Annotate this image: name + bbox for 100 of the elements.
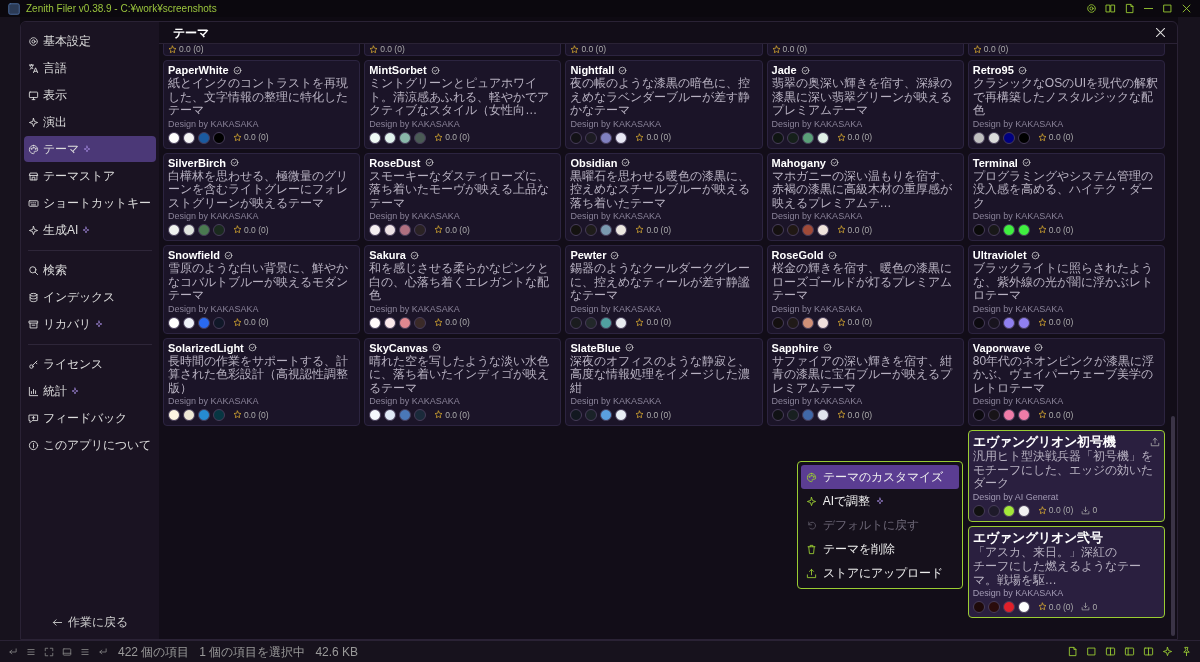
check-circle-icon	[1034, 343, 1044, 352]
menu-item[interactable]: テーマを削除	[800, 537, 959, 561]
theme-name: Sapphire	[771, 341, 819, 354]
theme-card[interactable]: エヴァングリオン弐号 「アスカ、来日。」深紅の チーフにした燃えるようなテーマ。戦場を駆… Design by KAKASAKA 0.0 (0) 0	[967, 525, 1165, 618]
download-icon	[1081, 505, 1091, 515]
pin-icon	[1181, 646, 1192, 657]
theme-card[interactable]: MintSorbet ミントグリーンとピュアホワイト。清涼感あふれる、軽やかでアクティブなスタイル（女性向… Design by KAKASAKA 0.0 (0)	[364, 60, 562, 149]
theme-description: スモーキーなダスティローズに、落ち着いたモーヴが映える上品なテーマ	[369, 169, 551, 210]
sidebar-item[interactable]: フィードバック	[24, 405, 156, 431]
check-circle-icon	[822, 343, 832, 352]
rating-text: 0.0 (0)	[244, 132, 269, 142]
author-text: Design by KAKASAKA	[570, 396, 662, 407]
theme-card[interactable]: Sakura 和を感じさせる柔らかなピンクと白の、心落ち着くエレガントな配色 Design by KAKASAKA 0.0 (0)	[364, 245, 562, 334]
star-icon	[233, 225, 242, 234]
sidebar-item[interactable]: 統計	[24, 378, 156, 404]
theme-card[interactable]: Pewter 錫器のようなクールダークグレーに、控えめなティールが差す静謐なテーマ Design by KAKASAKA 0.0 (0)	[565, 245, 763, 334]
sparkle-icon	[28, 224, 39, 236]
theme-card[interactable]: PaperWhite 紙とインクのコントラストを再現した、文字情報の整理に特化したテーマ Design by KAKASAKA 0.0 (0)	[163, 60, 361, 149]
theme-card[interactable]: SlateBlue 深夜のオフィスのような静寂と、高度な情報処理をイメージした濃紺 Design by KAKASAKA 0.0 (0)	[565, 337, 763, 426]
theme-card[interactable]: Snowfield 雪原のような白い背景に、鮮やかなコバルトブルーが映えるモダンテーマ Design by KAKASAKA 0.0 (0)	[163, 245, 361, 334]
rating-text: 0.0 (0)	[244, 224, 269, 235]
theme-card[interactable]: Vaporwave 80年代のネオンピンクが漆黒に浮かぶ、ヴェイパーウェーブ美学のレトロテーマ Design by KAKASAKA 0.0 (0)	[967, 337, 1165, 426]
download-count: 0	[1092, 505, 1098, 515]
theme-card[interactable]: Retro95 クラシックなOSのUIを現代の解釈で再構築したノスタルジックな配色 Design by KAKASAKA 0.0 (0)	[967, 60, 1165, 149]
star-icon	[972, 44, 982, 54]
close-button[interactable]	[1154, 26, 1167, 39]
theme-description: 白樺林を思わせる、極微量のグリーンを含むライトグレーにフォレストグリーンが映えるテーマ	[168, 169, 349, 210]
theme-description: 深夜のオフィスのような静寂と、高度な情報処理をイメージした濃紺	[570, 354, 752, 395]
author-text: Design by KAKASAKA	[168, 211, 260, 222]
star-icon	[836, 132, 846, 142]
theme-description: ブラックライトに照らされたような、紫外線の光が闇に浮かぶレトロテーマ	[972, 262, 1154, 303]
sidebar-item[interactable]: 演出	[24, 109, 156, 135]
theme-name: RoseGold	[771, 249, 824, 261]
bar-chart-icon	[28, 385, 39, 397]
sidebar-item[interactable]: 言語	[24, 55, 156, 81]
sparkle-icon	[1162, 646, 1173, 657]
theme-card[interactable]: 0.0 (0)	[565, 44, 763, 56]
rating-text: 0.0 (0)	[1048, 601, 1074, 612]
back-link[interactable]: 作業に戻る	[48, 611, 132, 633]
message-icon	[28, 412, 39, 424]
scrollbar-thumb[interactable]	[1171, 416, 1175, 636]
sidebar-item[interactable]: 表示	[24, 82, 156, 108]
rating-text: 0.0 (0)	[847, 132, 873, 142]
menu-item[interactable]: テーマのカスタマイズ	[800, 465, 959, 489]
theme-card[interactable]: Obsidian 黒曜石を思わせる暖色の漆黒に、控えめなスチールブルーが映える落ち着いたテーマ Design by KAKASAKA 0.0 (0)	[565, 152, 763, 241]
theme-card[interactable]: Sapphire サファイアの深い輝きを宿す、紺青の漆黒に宝石ブルーが映えるプレミアムテーマ Design by KAKASAKA 0.0 (0)	[766, 337, 964, 426]
sidebar-item[interactable]: インデックス	[24, 284, 156, 310]
sidebar-item[interactable]: 検索	[24, 257, 156, 283]
sidebar-item[interactable]: テーマストア	[24, 163, 156, 189]
author-text: Design by KAKASAKA	[771, 396, 864, 407]
theme-card[interactable]: 0.0 (0)	[163, 44, 361, 56]
theme-card[interactable]: Ultraviolet ブラックライトに照らされたような、紫外線の光が闇に浮かぶレトロテーマ Design by KAKASAKA 0.0 (0)	[967, 245, 1165, 334]
dialog-title: テーマ	[173, 24, 209, 42]
menu-item[interactable]: ストアにアップロード	[800, 561, 959, 585]
rating-text: 0.0 (0)	[380, 44, 405, 54]
square-icon	[1086, 646, 1097, 657]
rating-text: 0.0 (0)	[646, 224, 671, 235]
rating-text: 0.0 (0)	[646, 409, 671, 420]
theme-card[interactable]: SolarizedLight 長時間の作業をサポートする、計算された色彩設計（高視認性調整版） Design by KAKASAKA 0.0 (0)	[163, 337, 361, 426]
author-text: Design by KAKASAKA	[972, 118, 1065, 130]
check-circle-icon	[1021, 158, 1031, 167]
theme-description: マホガニーの深い温もりを宿す、赤褐の漆黒に高級木材の重厚感が映えるプレミアムテ…	[771, 169, 953, 210]
theme-card[interactable]: SkyCanvas 晴れた空を写したような淡い水色に、落ち着いたインディゴが映えるテーマ Design by KAKASAKA 0.0 (0)	[364, 337, 562, 426]
star-icon	[434, 225, 444, 234]
theme-card[interactable]: 0.0 (0)	[766, 44, 964, 56]
sidebar-item[interactable]: 基本設定	[24, 28, 156, 54]
theme-card[interactable]: SilverBirch 白樺林を思わせる、極微量のグリーンを含むライトグレーにフォレストグリーンが映えるテーマ Design by KAKASAKA 0.0 (0)	[163, 152, 361, 241]
theme-name: RoseDust	[369, 156, 421, 169]
theme-name: Obsidian	[570, 156, 618, 169]
sidebar-item[interactable]: このアプリについて	[24, 432, 156, 458]
theme-card[interactable]: RoseDust スモーキーなダスティローズに、落ち着いたモーヴが映える上品なテーマ Design by KAKASAKA 0.0 (0)	[364, 152, 562, 241]
theme-card[interactable]: RoseGold 桜金の輝きを宿す、暖色の漆黒にローズゴールドが灯るプレミアムテーマ Design by KAKASAKA 0.0 (0)	[766, 245, 964, 334]
theme-description: 夜の帳のような漆黒の暗色に、控えめなラベンダーブルーが差す静かなテーマ	[570, 77, 752, 118]
author-text: Design by KAKASAKA	[972, 211, 1065, 222]
star-icon	[369, 44, 379, 54]
theme-name: SolarizedLight	[168, 341, 244, 354]
theme-card[interactable]: 0.0 (0)	[364, 44, 562, 56]
check-circle-icon	[424, 158, 434, 167]
expand-icon	[44, 646, 54, 657]
sidebar-item[interactable]: リカバリ	[24, 311, 156, 337]
sidebar-item[interactable]: ショートカットキー	[24, 190, 156, 216]
author-text: Design by KAKASAKA	[972, 396, 1065, 407]
palette-icon	[28, 143, 39, 155]
author-text: Design by KAKASAKA	[972, 588, 1065, 599]
rating-text: 0.0 (0)	[1048, 132, 1074, 142]
menu-item[interactable]: AIで調整	[800, 489, 959, 513]
sidebar-item[interactable]: 生成AI	[24, 217, 156, 243]
sidebar-item[interactable]: ライセンス	[24, 351, 156, 377]
theme-card[interactable]: Terminal プログラミングやシステム管理の没入感を高める、ハイテク・ダーク Design by KAKASAKA 0.0 (0)	[967, 152, 1165, 241]
theme-card[interactable]: Nightfall 夜の帳のような漆黒の暗色に、控えめなラベンダーブルーが差す静かなテーマ Design by KAKASAKA 0.0 (0)	[565, 60, 763, 149]
theme-card[interactable]: Jade 翡翠の奥深い輝きを宿す、深緑の漆黒に深い翡翠グリーンが映えるプレミアムテーマ Design by KAKASAKA 0.0 (0)	[766, 60, 964, 149]
sidebar-item[interactable]: テーマ	[24, 136, 156, 162]
theme-name: Vaporwave	[972, 341, 1031, 354]
rating-text: 0.0 (0)	[445, 224, 470, 235]
theme-card[interactable]: Mahogany マホガニーの深い温もりを宿す、赤褐の漆黒に高級木材の重厚感が映えるプレミアムテ… Design by KAKASAKA 0.0 (0)	[766, 152, 964, 241]
theme-description: 「アスカ、来日。」深紅の	[972, 545, 1118, 559]
author-text: Design by KAKASAKA	[168, 303, 260, 315]
author-text: Design by KAKASAKA	[369, 396, 461, 407]
star-icon	[1037, 317, 1047, 327]
theme-card[interactable]: 0.0 (0)	[967, 44, 1165, 56]
